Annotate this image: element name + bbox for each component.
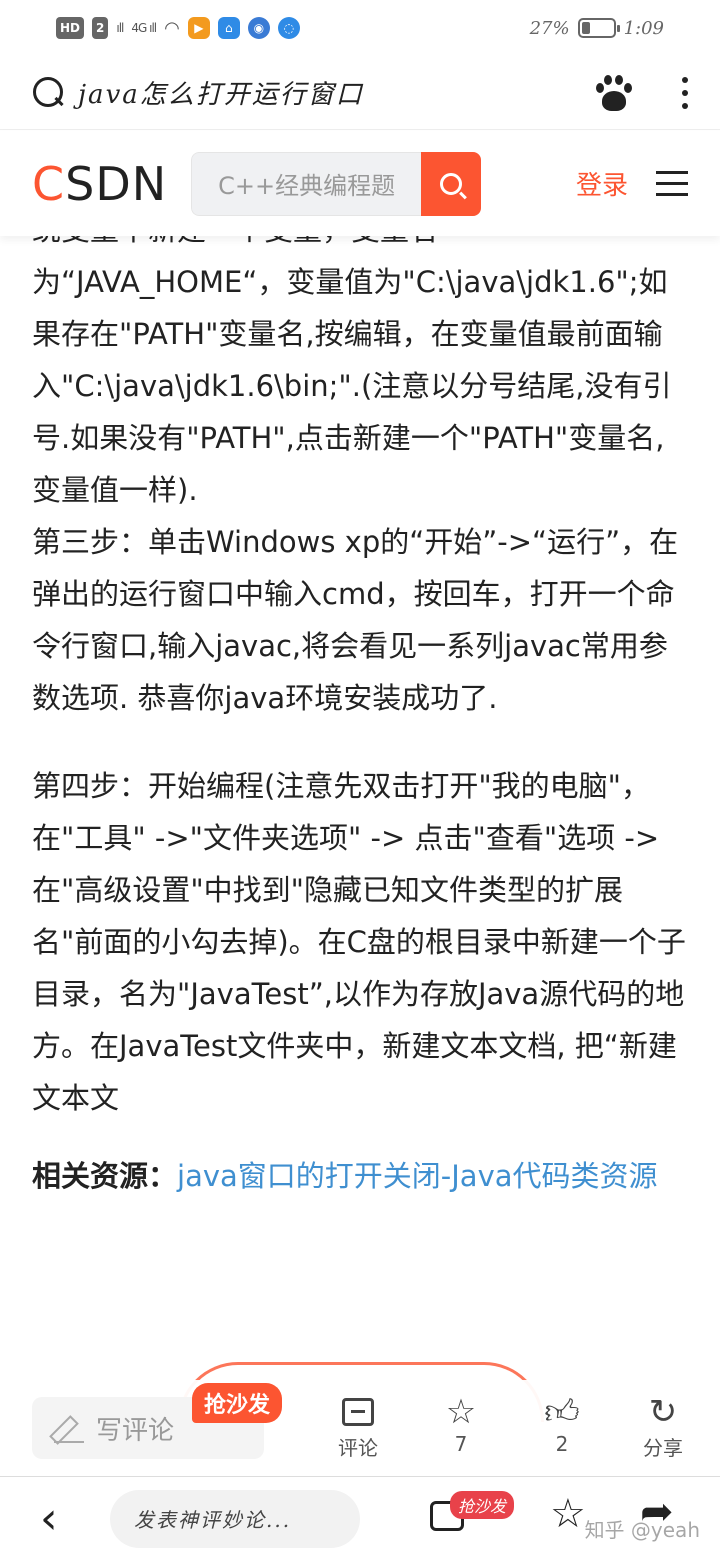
bulb-app-icon: ◌ bbox=[277, 17, 300, 39]
baidu-paw-icon[interactable] bbox=[594, 73, 634, 113]
comment-input[interactable]: 发表神评妙论... bbox=[110, 1489, 360, 1548]
hotspot-app-icon: ⌂ bbox=[217, 17, 240, 39]
article-body: 统变量中新建一个变量，变量名为“JAVA_HOME“，变量值为"C:\java\… bbox=[0, 216, 720, 1366]
status-bar: HD 2 ıll 4G ıll ◠ ▶ ⌂ ◉ ◌ 27% 1:09 bbox=[0, 0, 720, 56]
like-action[interactable]: 👍︎ 2 bbox=[527, 1392, 597, 1456]
article-paragraph: 第四步：开始编程(注意先双击打开"我的电脑"，在"工具" ->"文件夹选项" -… bbox=[32, 769, 686, 1115]
watermark: 知乎 @yeah bbox=[584, 1518, 700, 1542]
browser-search-bar: java怎么打开运行窗口 bbox=[0, 56, 720, 130]
csdn-header: CSDN C++经典编程题 登录 bbox=[0, 131, 720, 236]
share-label: 分享 bbox=[643, 1436, 683, 1460]
browser-app-icon: ◉ bbox=[247, 17, 270, 39]
menu-icon[interactable] bbox=[656, 171, 688, 196]
csdn-logo[interactable]: CSDN bbox=[32, 157, 167, 211]
csdn-logo-rest: SDN bbox=[65, 156, 168, 211]
battery-text: 27% bbox=[529, 17, 570, 39]
hd-badge: HD bbox=[56, 17, 85, 39]
signal-icon-1: ıll bbox=[116, 21, 124, 35]
related-label: 相关资源： bbox=[32, 1159, 178, 1193]
like-count: 2 bbox=[555, 1432, 569, 1456]
comment-icon bbox=[323, 1392, 393, 1432]
pencil-icon bbox=[54, 1413, 84, 1443]
write-comment-button[interactable]: 写评论 抢沙发 bbox=[32, 1383, 283, 1459]
csdn-search-input[interactable]: C++经典编程题 bbox=[191, 151, 422, 216]
article-paragraph: 第三步：单击Windows xp的“开始”->“运行”，在弹出的运行窗口中输入c… bbox=[32, 525, 679, 715]
search-icon[interactable] bbox=[32, 76, 66, 110]
share-icon: ↻ bbox=[648, 1392, 678, 1432]
csdn-search-box: C++经典编程题 bbox=[191, 151, 482, 216]
csdn-search-button[interactable] bbox=[421, 151, 482, 216]
wifi-icon: ◠ bbox=[164, 17, 180, 39]
write-comment-label: 写评论 bbox=[96, 1415, 175, 1446]
sofa-badge: 抢沙发 bbox=[450, 1491, 515, 1519]
clock: 1:09 bbox=[623, 17, 664, 39]
login-link[interactable]: 登录 bbox=[576, 165, 628, 202]
back-icon[interactable]: ‹ bbox=[40, 1496, 80, 1541]
star-count: 7 bbox=[454, 1432, 468, 1456]
comment-label: 评论 bbox=[338, 1436, 378, 1460]
star-icon: ☆ bbox=[445, 1392, 477, 1432]
csdn-search-icon bbox=[440, 172, 463, 195]
search-query[interactable]: java怎么打开运行窗口 bbox=[78, 74, 364, 111]
star-icon[interactable]: ☆ bbox=[550, 1491, 586, 1537]
status-left: HD 2 ıll 4G ıll ◠ ▶ ⌂ ◉ ◌ bbox=[56, 17, 300, 39]
more-vertical-icon[interactable] bbox=[682, 76, 688, 109]
thumbs-up-icon: 👍︎ bbox=[544, 1392, 580, 1432]
video-app-icon: ▶ bbox=[187, 17, 210, 39]
sofa-badge[interactable]: 抢沙发 bbox=[192, 1383, 283, 1423]
comment-bar: 写评论 抢沙发 评论 ☆ 7 👍︎ 2 ↻ 分享 bbox=[0, 1380, 720, 1476]
signal-icon-2: 4G ıll bbox=[131, 21, 157, 35]
related-resources: 相关资源：java窗口的打开关闭-Java代码类资源 bbox=[32, 1152, 688, 1200]
favorite-action[interactable]: ☆ 7 bbox=[426, 1392, 496, 1456]
related-link[interactable]: java窗口的打开关闭-Java代码类资源 bbox=[177, 1159, 657, 1193]
status-right: 27% 1:09 bbox=[530, 18, 664, 39]
comment-action[interactable]: 评论 bbox=[323, 1392, 393, 1461]
article-paragraph: 统变量中新建一个变量，变量名为“JAVA_HOME“，变量值为"C:\java\… bbox=[32, 216, 672, 507]
csdn-logo-c: C bbox=[32, 156, 66, 211]
battery-icon bbox=[577, 18, 620, 38]
sim-badge: 2 bbox=[92, 17, 109, 39]
share-action[interactable]: ↻ 分享 bbox=[628, 1392, 698, 1461]
